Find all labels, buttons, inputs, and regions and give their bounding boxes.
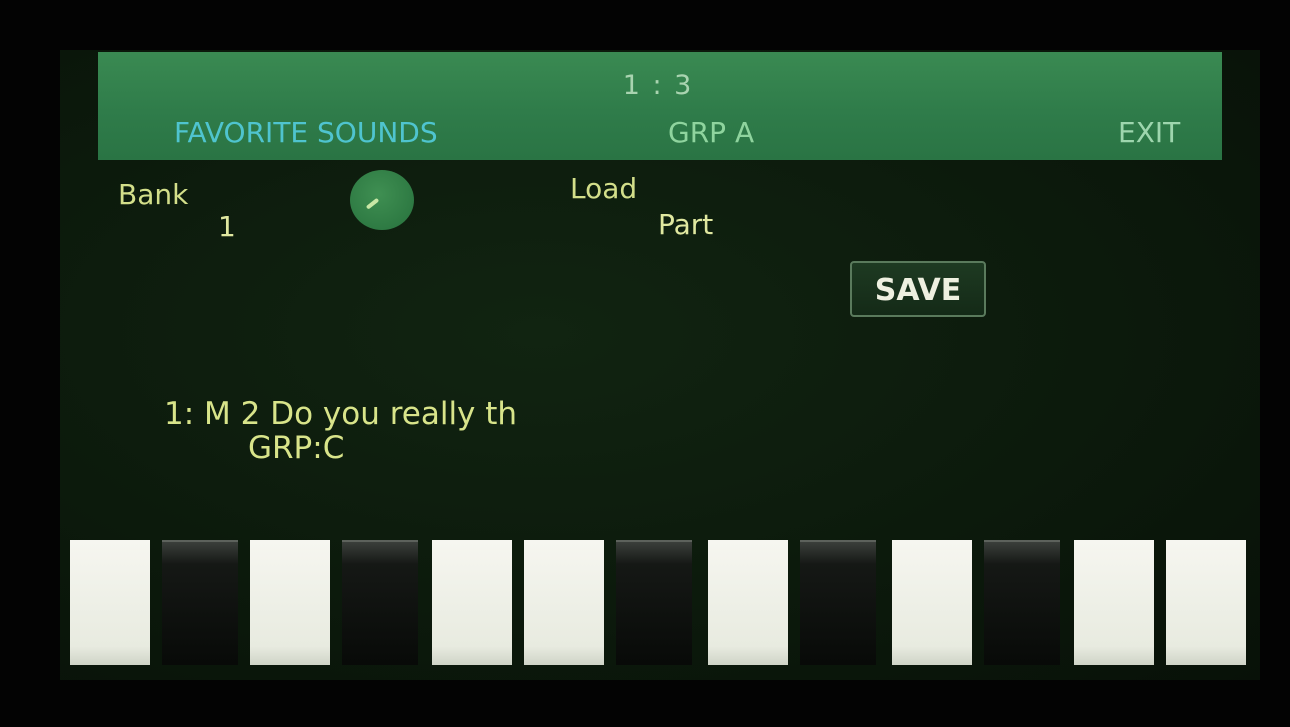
knob-pointer: [365, 197, 380, 210]
load-label: Load: [570, 172, 638, 205]
slot-key-10[interactable]: [892, 540, 972, 665]
bank-label: Bank: [118, 178, 189, 211]
slot-key-2[interactable]: [162, 540, 238, 665]
slot-key-9[interactable]: [800, 540, 876, 665]
header-bar: 1 : 3 FAVORITE SOUNDS GRP A EXIT: [98, 52, 1222, 160]
slot-key-3[interactable]: [250, 540, 330, 665]
bank-value[interactable]: 1: [218, 210, 236, 243]
slot-key-6[interactable]: [524, 540, 604, 665]
slot-key-13[interactable]: [1166, 540, 1246, 665]
lcd-screen: 1 : 3 FAVORITE SOUNDS GRP A EXIT Bank 1 …: [60, 50, 1260, 680]
group-selector[interactable]: GRP A: [668, 116, 754, 149]
page-title-favorite-sounds[interactable]: FAVORITE SOUNDS: [174, 116, 438, 149]
save-button[interactable]: SAVE: [850, 261, 986, 317]
favorite-sound-group: GRP:C: [248, 430, 345, 466]
slot-key-4[interactable]: [342, 540, 418, 665]
slot-indicator: 1 : 3: [622, 70, 694, 101]
slot-key-5[interactable]: [432, 540, 512, 665]
favorite-sound-name[interactable]: 1: M 2 Do you really th: [164, 396, 517, 432]
device-bezel: 1 : 3 FAVORITE SOUNDS GRP A EXIT Bank 1 …: [0, 0, 1290, 727]
slot-key-1[interactable]: [70, 540, 150, 665]
favorite-slot-keys: [60, 540, 1260, 670]
exit-button[interactable]: EXIT: [1118, 116, 1180, 149]
slot-key-7[interactable]: [616, 540, 692, 665]
load-value[interactable]: Part: [658, 208, 713, 241]
slot-key-8[interactable]: [708, 540, 788, 665]
slot-key-12[interactable]: [1074, 540, 1154, 665]
bank-knob-icon[interactable]: [350, 170, 414, 230]
slot-key-11[interactable]: [984, 540, 1060, 665]
